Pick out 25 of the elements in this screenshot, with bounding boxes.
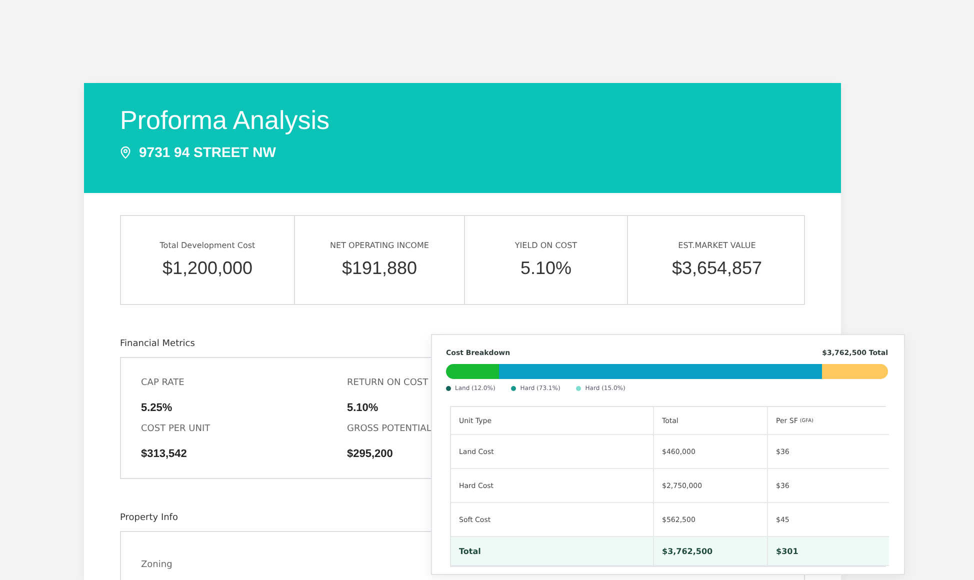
kpi-value: $3,654,857 xyxy=(672,258,762,279)
metric-value: $313,542 xyxy=(141,448,187,460)
total-cell: Total xyxy=(451,537,653,566)
total-cell: $301 xyxy=(767,537,889,566)
metric-label: CAP RATE xyxy=(141,378,184,388)
kpi-value: $1,200,000 xyxy=(162,258,253,279)
metric-value: 5.10% xyxy=(347,402,378,414)
section-title: Financial Metrics xyxy=(120,339,195,349)
metric-label: GROSS POTENTIAL xyxy=(347,424,432,434)
report-title: Proforma Analysis xyxy=(120,105,331,136)
total-cell: $3,762,500 xyxy=(653,537,767,566)
map-pin-icon xyxy=(120,146,131,158)
section-title: Property Info xyxy=(120,513,178,523)
property-address: 9731 94 STREET NW xyxy=(139,144,276,160)
metric-label: RETURN ON COST xyxy=(347,378,428,388)
kpi-label: Total Development Cost xyxy=(160,241,256,250)
kpi-label: NET OPERATING INCOME xyxy=(330,241,429,250)
kpi-label: YIELD ON COST xyxy=(514,241,578,250)
metric-value: $295,200 xyxy=(347,448,393,460)
property-label: Zoning xyxy=(141,560,172,570)
kpi-label: EST.MARKET VALUE xyxy=(678,241,756,250)
kpi-value: $191,880 xyxy=(342,258,418,279)
metric-value: 5.25% xyxy=(141,402,172,414)
kpi-value: 5.10% xyxy=(520,258,572,279)
metric-label: COST PER UNIT xyxy=(141,424,210,434)
